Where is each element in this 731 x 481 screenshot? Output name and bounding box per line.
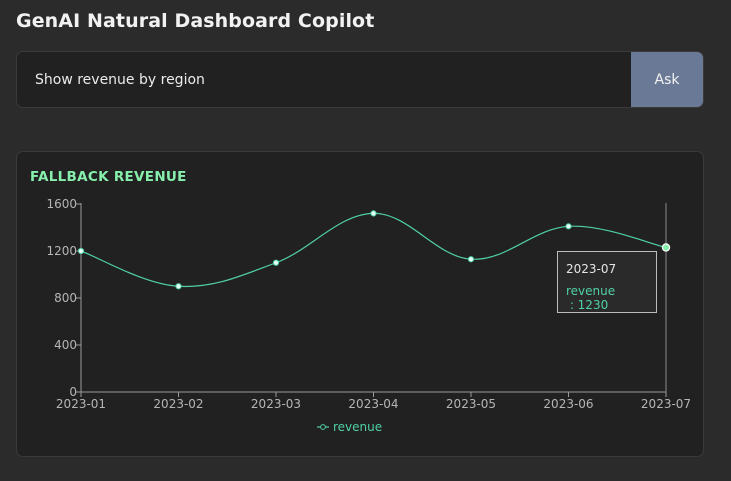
x-tick-label: 2023-03	[251, 397, 301, 411]
legend-marker	[320, 424, 326, 430]
tooltip-series-name: revenue	[566, 284, 616, 298]
data-point	[467, 256, 475, 263]
x-tick-label: 2023-05	[446, 397, 496, 411]
x-tick-label: 2023-01	[56, 397, 106, 411]
y-tick-label: 800	[54, 291, 77, 305]
x-tick-label: 2023-02	[153, 397, 203, 411]
x-tick-label: 2023-07	[641, 397, 691, 411]
query-bar: Ask	[16, 51, 704, 108]
tooltip-value: revenue : 1230	[566, 284, 656, 312]
data-point	[370, 210, 377, 217]
page: GenAI Natural Dashboard Copilot Ask FALL…	[0, 0, 731, 481]
x-tick-label: 2023-04	[348, 397, 398, 411]
data-point	[565, 223, 572, 230]
data-point	[175, 283, 182, 290]
chart-card: FALLBACK REVENUE 0 400 800 1200 1600 2023-01 2…	[16, 151, 704, 457]
x-tick-label: 2023-06	[543, 397, 593, 411]
data-point	[661, 243, 671, 252]
tooltip-date: 2023-07	[566, 262, 617, 276]
ask-button[interactable]: Ask	[631, 52, 703, 107]
data-point	[77, 247, 85, 255]
tooltip-separator: :	[566, 298, 578, 312]
data-point	[272, 259, 280, 266]
legend-label-revenue: revenue	[333, 420, 382, 434]
y-tick-label: 1600	[46, 197, 77, 211]
chart-tooltip: 2023-07 revenue : 1230	[557, 251, 657, 313]
tooltip-number: 1230	[577, 298, 609, 312]
y-tick-label: 1200	[46, 244, 77, 258]
query-input[interactable]	[17, 52, 633, 107]
y-tick-label: 400	[54, 338, 77, 352]
app-title: GenAI Natural Dashboard Copilot	[16, 10, 375, 32]
